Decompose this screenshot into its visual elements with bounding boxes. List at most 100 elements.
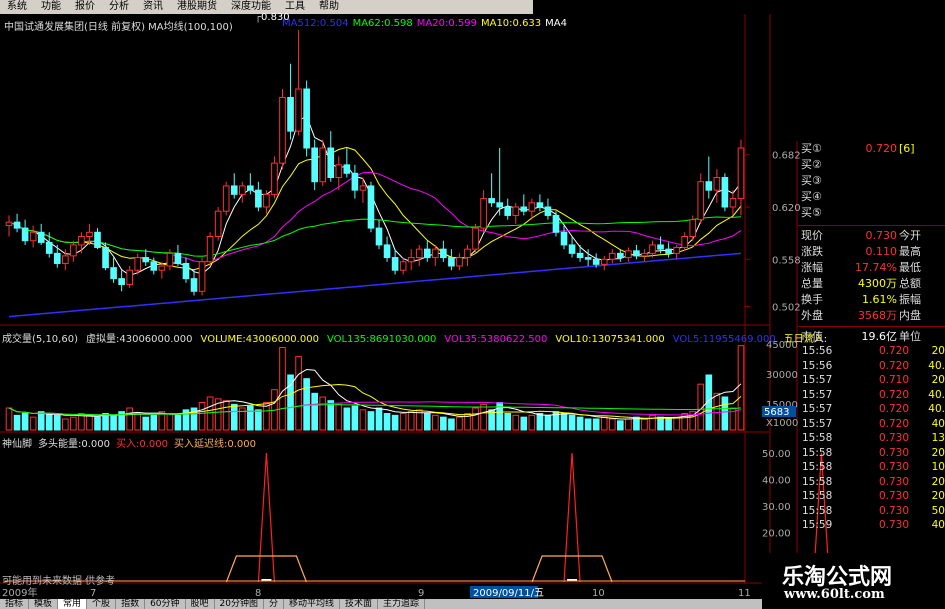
volume-bar bbox=[45, 413, 53, 431]
indicator-header-item: 神仙脚 bbox=[2, 439, 32, 450]
candle bbox=[343, 148, 351, 178]
candle bbox=[271, 156, 278, 199]
stat-label-2: 最低 bbox=[899, 261, 921, 274]
bottom-tab[interactable]: 分 bbox=[264, 599, 285, 609]
candle bbox=[423, 240, 431, 262]
candle bbox=[576, 244, 584, 262]
indicator-axis-label: 50.00 bbox=[762, 449, 791, 460]
stat-row: 外盘 3568万 内盘 bbox=[798, 308, 945, 324]
tick-volume: 10 bbox=[931, 461, 945, 473]
bid-price: 0.720 bbox=[865, 142, 898, 155]
tick-volume: 40. bbox=[928, 403, 945, 415]
volume-header-item: VOL10:13075341.000 bbox=[555, 334, 665, 345]
volume-bar bbox=[399, 413, 407, 431]
candle bbox=[472, 223, 479, 254]
candle bbox=[552, 211, 560, 237]
tick-time: 15:58 bbox=[802, 446, 833, 459]
volume-bar bbox=[247, 405, 254, 431]
bottom-tab[interactable]: 技术面 bbox=[340, 599, 379, 609]
buy-delay-line bbox=[531, 555, 613, 583]
candle bbox=[383, 236, 391, 262]
candle bbox=[705, 156, 713, 199]
volume-axis-label: X1000 bbox=[766, 418, 798, 429]
bottom-tab[interactable]: 指数 bbox=[116, 599, 146, 609]
tick-list: 15:56 0.720 20 15:56 0.720 40. 15:57 0.710 20 15:… bbox=[798, 344, 945, 533]
volume-bar bbox=[206, 396, 214, 431]
bottom-tab[interactable]: 模板 bbox=[29, 599, 59, 609]
tick-volume: 20 bbox=[931, 475, 945, 488]
indicator-header-item: 多头能量:0.000 bbox=[38, 439, 110, 450]
indicator-header: 神仙脚 多头能量:0.000 买入:0.000 买入延迟线:0.000 bbox=[2, 435, 262, 450]
candle bbox=[713, 169, 721, 203]
volume-bar bbox=[142, 416, 150, 431]
candle bbox=[673, 244, 680, 260]
tick-price: 0.730 bbox=[878, 432, 909, 444]
tick-price: 0.720 bbox=[878, 359, 909, 372]
candle bbox=[512, 202, 520, 224]
candle bbox=[520, 194, 528, 216]
bid-row: 买⑤ bbox=[798, 205, 945, 221]
volume-bar bbox=[584, 418, 592, 431]
bottom-tab[interactable]: 个股 bbox=[87, 599, 117, 609]
stat-label-2: 最高 bbox=[899, 245, 921, 258]
stat-row: 总量 4300万 总额 bbox=[798, 276, 945, 292]
tick-price: 0.730 bbox=[878, 490, 909, 502]
volume-bar bbox=[279, 347, 286, 431]
bottom-tab[interactable]: 股吧 bbox=[186, 599, 215, 609]
volume-bar bbox=[174, 414, 182, 431]
bottom-tab[interactable]: 主力追踪 bbox=[378, 599, 426, 609]
volume-bar bbox=[351, 405, 359, 431]
candle bbox=[126, 266, 133, 288]
stat-value: 17.74% bbox=[855, 261, 897, 274]
market-value-label: 市值 bbox=[801, 330, 823, 343]
bottom-tab[interactable]: 移动平均线 bbox=[284, 599, 341, 609]
volume-bar bbox=[13, 414, 21, 431]
volume-bar bbox=[657, 416, 664, 431]
volume-header-item: VOL35:5380622.500 bbox=[444, 334, 548, 345]
tick-time: 15:57 bbox=[802, 417, 833, 430]
candle bbox=[118, 270, 125, 292]
tick-row: 15:56 0.720 20 bbox=[798, 344, 945, 359]
candle bbox=[359, 177, 367, 203]
bottom-tab[interactable]: 常用 bbox=[58, 599, 88, 609]
candle bbox=[367, 181, 375, 233]
price-axis-label: 0.620 bbox=[772, 203, 801, 214]
volume-bar bbox=[375, 407, 383, 431]
bid-row: 买① 0.720 [6] bbox=[798, 141, 945, 157]
volume-bar bbox=[53, 414, 61, 431]
bottom-tab[interactable]: 20分钟图 bbox=[215, 599, 264, 609]
volume-bar bbox=[295, 356, 302, 431]
stat-value: 0.730 bbox=[865, 229, 898, 242]
stat-label: 现价 bbox=[801, 229, 823, 242]
tick-row: 15:58 0.730 20 bbox=[798, 446, 945, 461]
volume-bar bbox=[62, 418, 69, 431]
candle bbox=[504, 198, 512, 220]
volume-bar bbox=[528, 414, 536, 431]
bottom-tab[interactable]: 60分钟 bbox=[145, 599, 186, 609]
tick-volume: 40. bbox=[928, 359, 945, 372]
date-axis-label: 11 bbox=[738, 588, 751, 599]
stat-label: 涨幅 bbox=[801, 261, 823, 274]
volume-bar bbox=[608, 418, 616, 431]
volume-bar bbox=[456, 416, 463, 431]
volume-bar bbox=[230, 403, 238, 431]
volume-bar bbox=[480, 403, 487, 431]
volume-bar bbox=[37, 411, 45, 431]
date-axis-label: 9 bbox=[418, 588, 424, 599]
volume-bar bbox=[86, 414, 93, 431]
volume-bar bbox=[673, 416, 680, 431]
candle bbox=[53, 244, 61, 268]
candle bbox=[399, 257, 407, 275]
bid-label: 买③ bbox=[801, 174, 822, 187]
volume-bar bbox=[520, 416, 528, 431]
indicator-header-item: 买入:0.000 bbox=[116, 439, 168, 450]
volume-header-item: VOL135:8691030.000 bbox=[326, 334, 437, 345]
bid-volume: [6] bbox=[899, 142, 915, 155]
candle bbox=[13, 213, 21, 233]
volume-bar bbox=[448, 418, 455, 431]
bottom-tab[interactable]: 指标 bbox=[0, 599, 30, 609]
volume-bar bbox=[319, 396, 327, 431]
volume-bar bbox=[391, 414, 399, 431]
unit-label: 单位 bbox=[899, 330, 921, 343]
candle bbox=[198, 257, 206, 296]
